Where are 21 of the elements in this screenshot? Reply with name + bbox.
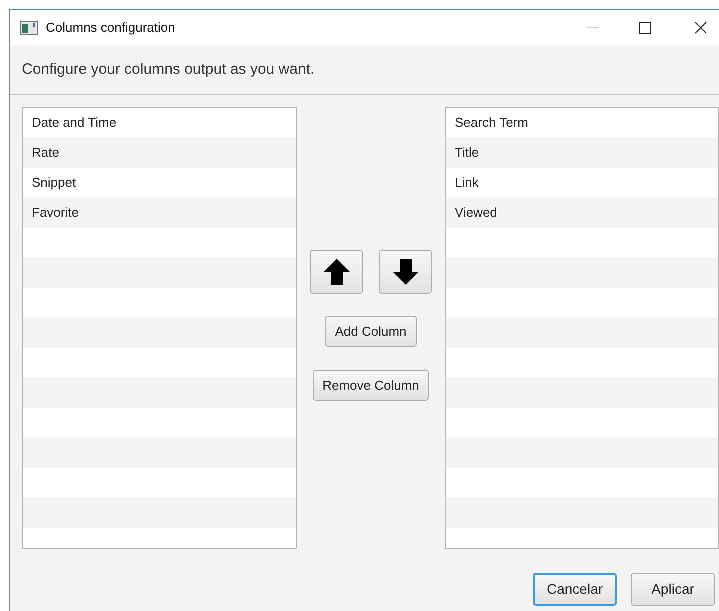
close-icon[interactable] <box>695 22 707 34</box>
move-down-button[interactable] <box>379 250 432 294</box>
list-item[interactable]: Link <box>455 173 479 193</box>
list-item[interactable]: Snippet <box>32 173 76 193</box>
dialog-button[interactable]: Aplicar <box>631 573 715 606</box>
window-title: Columns configuration <box>46 19 176 38</box>
list-item[interactable]: Rate <box>32 143 60 163</box>
app-icon <box>20 21 38 35</box>
list-item[interactable]: Date and Time <box>32 113 117 133</box>
arrow-up-icon <box>322 257 350 287</box>
list-item[interactable]: Favorite <box>32 203 79 223</box>
dialog-button[interactable]: Cancelar <box>533 573 617 606</box>
add-column-button[interactable]: Add Column <box>325 316 417 347</box>
list-item[interactable]: Search Term <box>455 113 528 133</box>
remove-column-button[interactable]: Remove Column <box>312 370 430 401</box>
list-item[interactable]: Title <box>455 143 480 163</box>
instruction-text: Configure your columns output as you want. <box>22 60 315 80</box>
arrow-down-icon <box>392 257 420 287</box>
maximize-icon[interactable] <box>639 22 651 34</box>
move-up-button[interactable] <box>310 250 363 294</box>
list-item[interactable]: Viewed <box>455 203 498 223</box>
